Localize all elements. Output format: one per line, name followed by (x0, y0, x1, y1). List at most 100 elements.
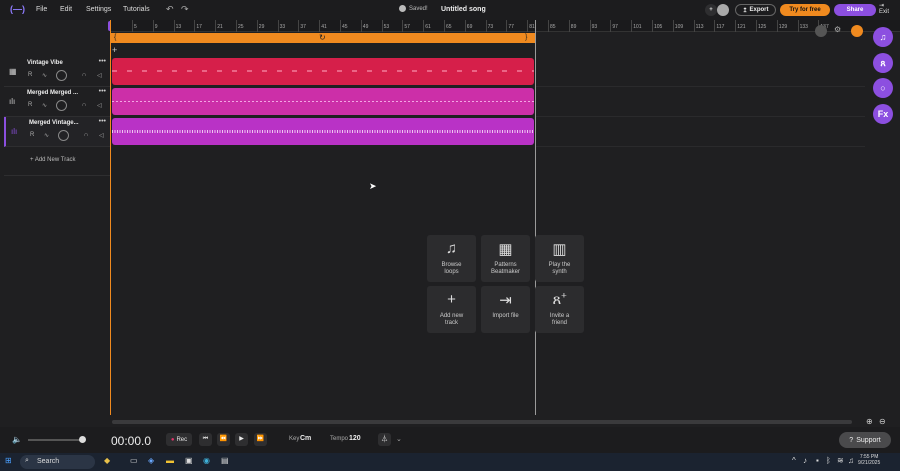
active-app-icon[interactable]: ▤ (221, 456, 229, 465)
empty-lane[interactable] (535, 57, 865, 87)
widgets-icon[interactable]: ◆ (104, 456, 110, 465)
track-header-1[interactable]: ▦ Vintage Vibe ••• R ∿ ∩ ◁ (4, 57, 110, 87)
export-button[interactable]: ↥ Export (735, 4, 776, 16)
master-volume-icon[interactable]: 🔈 (12, 435, 22, 444)
menu-tutorials[interactable]: Tutorials (123, 6, 150, 13)
camera-icon[interactable]: ▪ (816, 456, 819, 465)
speaker-icon[interactable]: ♫ (848, 456, 854, 465)
playhead-line (110, 20, 111, 415)
try-free-button[interactable]: Try for free (780, 4, 830, 16)
microphone-icon[interactable]: ♪ (803, 456, 807, 465)
automation-icon[interactable]: ∿ (42, 102, 47, 109)
tile-browse-loops[interactable]: ♫ Browse loops (427, 235, 476, 282)
volume-knob[interactable] (56, 70, 67, 81)
timeline-ruler[interactable]: 5 9 13 17 21 25 29 33 37 41 45 49 53 57 61 65 69 73 77 81 85… (110, 20, 900, 32)
fast-forward-icon[interactable]: ⏩ (254, 433, 267, 446)
file-explorer-icon[interactable]: ▬ (166, 456, 174, 465)
track-name[interactable]: Vintage Vibe (27, 60, 63, 66)
mute-icon[interactable]: ◁ (97, 72, 102, 79)
collaborators-button[interactable]: ጸ (873, 53, 893, 73)
record-arm-button[interactable]: R (28, 72, 32, 78)
add-marker-button[interactable]: + (112, 45, 117, 55)
record-arm-button[interactable]: R (30, 132, 34, 138)
headphones-icon[interactable]: ∩ (84, 132, 88, 138)
song-title[interactable]: Untitled song (441, 6, 486, 13)
chevron-down-icon[interactable]: ⌄ (396, 435, 402, 443)
loop-end-handle[interactable]: } (525, 34, 527, 41)
track-header-2[interactable]: ılı Merged Merged ... ••• R ∿ ∩ ◁ (4, 87, 110, 117)
metronome-mode-icon[interactable] (815, 25, 827, 37)
chat-button[interactable]: ○ (873, 78, 893, 98)
zoom-out-icon[interactable]: ⊖ (879, 417, 886, 426)
track-name[interactable]: Merged Vintage... (29, 120, 79, 126)
empty-lane[interactable] (535, 87, 865, 117)
automation-icon[interactable]: ∿ (44, 132, 49, 139)
track-name[interactable]: Merged Merged ... (27, 90, 78, 96)
record-arm-button[interactable]: R (28, 102, 32, 108)
copilot-icon[interactable]: ◈ (148, 456, 154, 465)
tile-import-file[interactable]: ⇥ Import file (481, 286, 530, 333)
audio-clip-merged-1[interactable] (112, 88, 534, 115)
zoom-in-icon[interactable]: ⊕ (866, 417, 873, 426)
track-header-3[interactable]: ılı Merged Vintage... ••• R ∿ ∩ ◁ (4, 117, 110, 147)
menu-settings[interactable]: Settings (86, 6, 111, 13)
undo-icon[interactable]: ↶ (166, 4, 174, 15)
redo-icon[interactable]: ↷ (181, 4, 189, 15)
taskbar-search-box[interactable]: ⌕ Search (20, 455, 95, 469)
app-logo[interactable]: (—) (10, 4, 26, 15)
mute-icon[interactable]: ◁ (99, 132, 104, 139)
headphones-icon[interactable]: ∩ (82, 102, 86, 108)
track-menu-icon[interactable]: ••• (99, 58, 106, 65)
loop-start-handle[interactable]: { (114, 34, 116, 41)
play-icon[interactable]: ▶ (235, 433, 248, 446)
bluetooth-icon[interactable]: ᛒ (826, 456, 831, 465)
wifi-icon[interactable]: ≋ (837, 456, 844, 465)
horizontal-scrollbar[interactable] (112, 420, 852, 424)
ruler-tick-label: 129 (778, 24, 788, 30)
midi-clip-vintage-vibe[interactable] (112, 58, 534, 85)
theme-toggle-icon[interactable] (717, 4, 729, 16)
share-button[interactable]: Share (834, 4, 876, 16)
effects-button[interactable]: Fx (873, 104, 893, 124)
tempo-value[interactable]: 120 (349, 435, 361, 442)
headphones-icon[interactable]: ∩ (82, 72, 86, 78)
rewind-icon[interactable]: ⏪ (217, 433, 230, 446)
windows-start-icon[interactable]: ⊞ (5, 456, 12, 465)
ruler-tick-label: 113 (695, 24, 704, 30)
master-volume-slider[interactable] (28, 439, 83, 441)
sync-icon[interactable] (851, 25, 863, 37)
audio-clip-merged-vintage[interactable] (112, 118, 534, 145)
loop-icon[interactable]: ↻ (319, 33, 326, 42)
record-button[interactable]: ● Rec (166, 433, 192, 446)
skip-to-start-icon[interactable]: ⏮ (199, 433, 212, 446)
menu-file[interactable]: File (36, 6, 47, 13)
add-collaborator-button[interactable]: + (705, 4, 717, 16)
tile-invite-friend[interactable]: ጸ⁺ Invite a friend (535, 286, 584, 333)
store-icon[interactable]: ▣ (185, 456, 193, 465)
track-menu-icon[interactable]: ••• (99, 88, 106, 95)
edge-browser-icon[interactable]: ◉ (203, 456, 210, 465)
automation-icon[interactable]: ∿ (42, 72, 47, 79)
add-track-row[interactable]: + Add New Track (4, 147, 110, 176)
tile-add-new-track[interactable]: + Add new track (427, 286, 476, 333)
settings-gear-icon[interactable]: ⚙ (834, 25, 841, 34)
loop-region[interactable]: { ↻ } (111, 33, 535, 43)
metronome-icon[interactable]: ⏃ (378, 433, 391, 446)
volume-slider-handle[interactable] (79, 436, 86, 443)
task-view-icon[interactable]: ▭ (130, 456, 138, 465)
tile-patterns-beatmaker[interactable]: ▦ Patterns Beatmaker (481, 235, 530, 282)
add-new-track-button[interactable]: + Add New Track (30, 157, 76, 163)
key-value[interactable]: Cm (300, 435, 311, 442)
track-menu-icon[interactable]: ••• (99, 118, 106, 125)
clock[interactable]: 7:55 PM 9/21/2025 (858, 454, 880, 466)
exit-button[interactable]: ⇥ Exit (879, 2, 889, 15)
tile-play-synth[interactable]: ▥ Play the synth (535, 235, 584, 282)
menu-edit[interactable]: Edit (60, 6, 72, 13)
mute-icon[interactable]: ◁ (97, 102, 102, 109)
loops-panel-button[interactable]: ♫ (873, 27, 893, 47)
tray-chevron-icon[interactable]: ^ (792, 456, 796, 465)
support-button[interactable]: ? Support (839, 432, 891, 448)
empty-lane[interactable] (535, 117, 865, 147)
volume-knob[interactable] (56, 100, 67, 111)
volume-knob[interactable] (58, 130, 69, 141)
